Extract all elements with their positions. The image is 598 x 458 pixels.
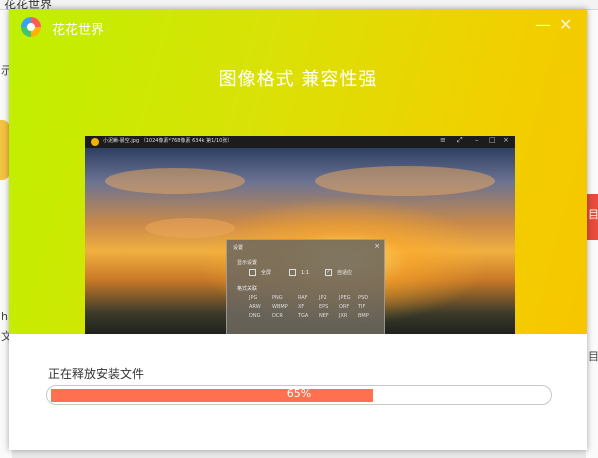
format-label: WBMP — [272, 304, 288, 310]
app-logo-icon — [21, 17, 41, 37]
cloud-shape — [145, 218, 235, 238]
format-label: JPEG — [339, 295, 351, 301]
preview-fullscreen-icon: ⤢ — [457, 136, 463, 144]
background-text: 目 — [588, 350, 598, 363]
background-text: 目 — [588, 208, 598, 221]
format-label: DCR — [272, 313, 283, 319]
format-association-label: 格式关联 — [237, 286, 258, 292]
option-fullscreen: 全屏 — [249, 269, 271, 276]
preview-minimize-icon: – — [475, 136, 479, 144]
format-label: NEF — [319, 313, 329, 319]
format-label: JXR — [339, 313, 348, 319]
format-label: EPS — [319, 304, 329, 310]
format-label: PNG — [272, 295, 283, 301]
option-1to1: 1:1 — [289, 269, 309, 276]
progress-bar: 65% — [46, 385, 552, 405]
preview-screenshot: 小泥鳅-晨空.jpg （1024像素*768像素 634k 第1/10张） ≡ … — [85, 136, 515, 334]
format-label: DNG — [249, 313, 261, 319]
minimize-button[interactable]: — — [535, 17, 551, 33]
app-name: 花花世界 — [52, 23, 105, 38]
format-label: XF — [298, 304, 305, 310]
settings-dialog: 设置 × 显示设置 全屏 1:1 ✓ 自适应 格式关联 JPG PNG RAF JP2 J… — [226, 239, 385, 334]
checkbox-icon — [249, 269, 256, 276]
progress-percent: 65% — [286, 387, 312, 400]
option-adaptive: ✓ 自适应 — [325, 269, 353, 276]
hero-banner: 花花世界 — ✕ 图像格式 兼容性强 小泥鳅-晨空.jpg （1024像素*76… — [9, 9, 587, 334]
preview-logo-icon — [91, 138, 99, 146]
format-label: RAF — [298, 295, 308, 301]
installer-window: 花花世界 — ✕ 图像格式 兼容性强 小泥鳅-晨空.jpg （1024像素*76… — [9, 9, 587, 450]
checked-checkbox-icon: ✓ — [325, 269, 332, 276]
preview-titlebar: 小泥鳅-晨空.jpg （1024像素*768像素 634k 第1/10张） ≡ … — [85, 136, 515, 148]
close-button[interactable]: ✕ — [559, 17, 572, 33]
display-settings-label: 显示设置 — [237, 260, 258, 266]
dialog-close-icon: × — [374, 242, 380, 250]
format-label: ARW — [249, 304, 261, 310]
format-label: TGA — [298, 313, 309, 319]
preview-menu-icon: ≡ — [440, 136, 446, 144]
progress-panel: 正在释放安装文件 65% — [9, 334, 587, 450]
background-text: h — [1, 310, 8, 323]
preview-title: 小泥鳅-晨空.jpg （1024像素*768像素 634k 第1/10张） — [103, 138, 233, 144]
headline: 图像格式 兼容性强 — [218, 69, 378, 90]
background-red-button: 目 — [586, 194, 598, 240]
cloud-shape — [105, 168, 245, 194]
preview-close-icon: × — [503, 136, 509, 144]
format-label: ORF — [339, 304, 350, 310]
status-text: 正在释放安装文件 — [48, 367, 145, 381]
preview-maximize-icon: □ — [489, 136, 496, 144]
background-right-fragment: 目 目 — [586, 10, 598, 458]
format-label: JP2 — [319, 295, 327, 301]
format-label: PSD — [358, 295, 369, 301]
cloud-shape — [315, 166, 495, 196]
format-label: BMP — [358, 313, 369, 319]
format-label: JPG — [249, 295, 258, 301]
format-label: TIF — [358, 304, 366, 310]
dialog-title: 设置 — [233, 245, 244, 251]
checkbox-icon — [289, 269, 296, 276]
